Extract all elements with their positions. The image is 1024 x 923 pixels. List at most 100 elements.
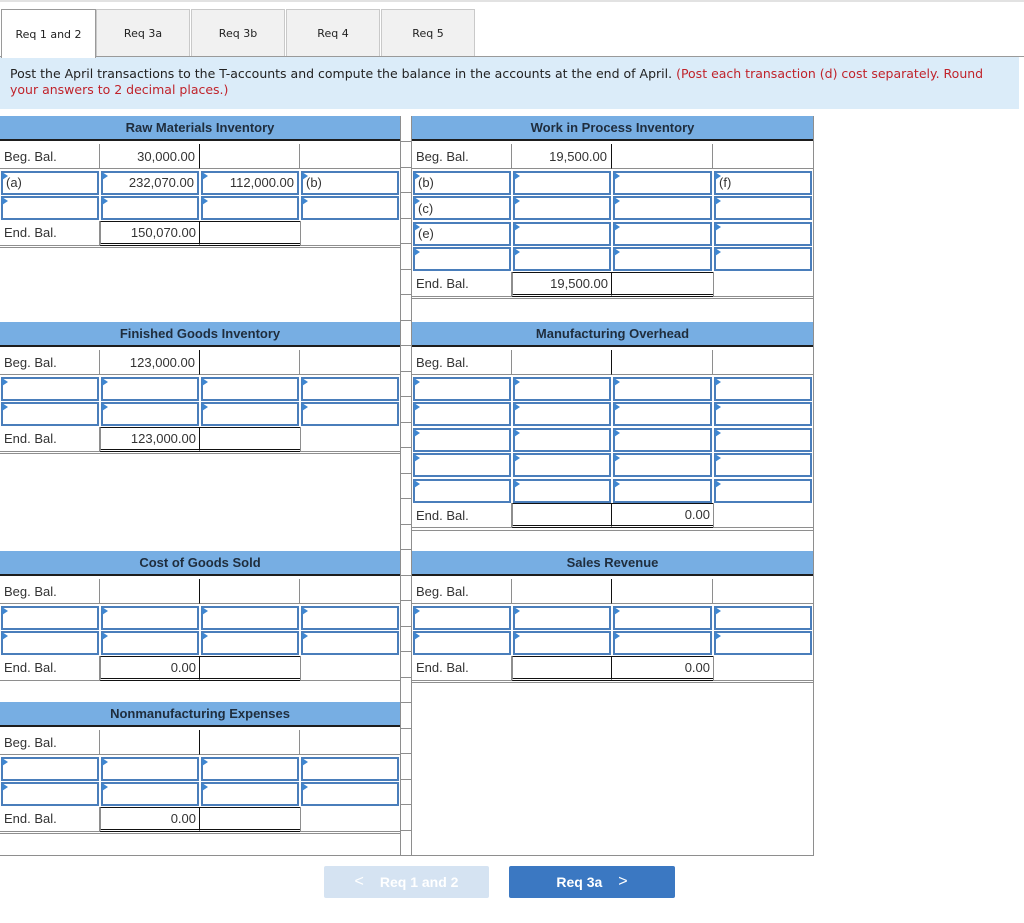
tab-req-3a[interactable]: Req 3a [96,9,190,57]
next-req-button[interactable]: Req 3a > [509,866,675,898]
finished-goods-credit-amount-input[interactable] [201,402,299,426]
manufacturing-overhead-credit-label-input[interactable] [714,427,812,452]
manufacturing-overhead-debit-amount-input[interactable] [513,453,611,477]
work-in-process-debit-amount-input[interactable] [513,170,611,195]
work-in-process-credit-label-input[interactable] [714,221,812,246]
finished-goods-end-bal-debit: 123,000.00 [100,426,200,452]
manufacturing-overhead-debit-label-input[interactable] [413,376,511,401]
raw-materials-debit-label-input[interactable] [1,196,99,220]
manufacturing-overhead-credit-amount-input[interactable] [613,427,712,452]
nonmanufacturing-expenses-debit-amount-input[interactable] [101,756,199,781]
raw-materials-credit-amount-input[interactable]: 112,000.00 [201,170,299,195]
gap-divider [400,549,412,550]
cost-of-goods-sold-debit-label-input[interactable] [1,631,99,655]
manufacturing-overhead-credit-amount-input[interactable] [613,376,712,401]
raw-materials-credit-label-input[interactable]: (b) [301,170,399,195]
sales-revenue-debit-amount-input[interactable] [513,605,611,630]
manufacturing-overhead-debit-amount-input[interactable] [513,402,611,426]
manufacturing-overhead-credit-amount-input[interactable] [613,402,712,426]
nonmanufacturing-expenses-beg-bal-credit [200,730,300,755]
work-in-process-credit-amount-input[interactable] [613,247,712,271]
tab-req-5[interactable]: Req 5 [381,9,475,57]
nonmanufacturing-expenses-credit-amount-input[interactable] [201,756,299,781]
manufacturing-overhead-debit-amount-input[interactable] [513,478,611,503]
chevron-right-icon: > [618,873,628,890]
sales-revenue-credit-label-input[interactable] [714,605,812,630]
cost-of-goods-sold-credit-label-input[interactable] [301,605,399,630]
tab-req-1-and-2[interactable]: Req 1 and 2 [1,9,96,58]
work-in-process-debit-amount-input[interactable] [513,196,611,220]
work-in-process-debit-amount-input[interactable] [513,247,611,271]
tab-req-4[interactable]: Req 4 [286,9,380,57]
work-in-process-credit-label-input[interactable] [714,196,812,220]
work-in-process-debit-label-input[interactable]: (b) [413,170,511,195]
prev-req-button[interactable]: < Req 1 and 2 [324,866,489,898]
nonmanufacturing-expenses-credit-label-input[interactable] [301,782,399,806]
manufacturing-overhead-end-bal-debit [512,503,612,528]
gap-divider [400,141,412,142]
cost-of-goods-sold-debit-amount-input[interactable] [101,631,199,655]
work-in-process-credit-amount-input[interactable] [613,221,712,246]
work-in-process-debit-label-input[interactable] [413,247,511,271]
next-req-label: Req 3a [556,874,603,890]
raw-materials-debit-amount-input[interactable] [101,196,199,220]
finished-goods-debit-label-input[interactable] [1,376,99,401]
work-in-process-credit-label-input[interactable] [714,247,812,271]
sales-revenue-credit-amount-input[interactable] [613,631,712,655]
finished-goods-debit-label-input[interactable] [1,402,99,426]
manufacturing-overhead-credit-label-input[interactable] [714,376,812,401]
manufacturing-overhead-debit-label-input[interactable] [413,402,511,426]
cost-of-goods-sold-credit-amount-input[interactable] [201,605,299,630]
raw-materials-credit-label-input[interactable] [301,196,399,220]
work-in-process-credit-amount-input[interactable] [613,196,712,220]
sales-revenue-credit-amount-input[interactable] [613,605,712,630]
nonmanufacturing-expenses-credit-amount-input[interactable] [201,782,299,806]
finished-goods-credit-label-input[interactable] [301,402,399,426]
nonmanufacturing-expenses-debit-amount-input[interactable] [101,782,199,806]
manufacturing-overhead-credit-label-input[interactable] [714,478,812,503]
cost-of-goods-sold-credit-label-input[interactable] [301,631,399,655]
cost-of-goods-sold-debit-label-input[interactable] [1,605,99,630]
work-in-process-debit-label-input[interactable]: (e) [413,221,511,246]
cost-of-goods-sold-debit-amount-input[interactable] [101,605,199,630]
cost-of-goods-sold-credit-amount-input[interactable] [201,631,299,655]
raw-materials-credit-amount-input[interactable] [201,196,299,220]
work-in-process-debit-amount-input[interactable] [513,221,611,246]
cost-of-goods-sold-end-bal-label: End. Bal. [0,655,100,681]
manufacturing-overhead-beg-bal-debit [512,350,612,375]
manufacturing-overhead-debit-amount-input[interactable] [513,427,611,452]
gap-divider [400,421,412,423]
raw-materials-debit-amount-input[interactable]: 232,070.00 [101,170,199,195]
sales-revenue-beg-bal-credit [612,579,713,604]
finished-goods-debit-amount-input[interactable] [101,402,199,426]
sales-revenue-beg-bal-spacer [713,579,813,604]
finished-goods-credit-amount-input[interactable] [201,376,299,401]
manufacturing-overhead-credit-label-input[interactable] [714,453,812,477]
raw-materials-beg-bal-debit: 30,000.00 [100,144,200,169]
sales-revenue-debit-amount-input[interactable] [513,631,611,655]
manufacturing-overhead-debit-label-input[interactable] [413,453,511,477]
work-in-process-end-bal-debit: 19,500.00 [512,271,612,297]
raw-materials-debit-label-input[interactable]: (a) [1,170,99,195]
manufacturing-overhead-credit-label-input[interactable] [714,402,812,426]
manufacturing-overhead-debit-amount-input[interactable] [513,376,611,401]
finished-goods-debit-amount-input[interactable] [101,376,199,401]
nonmanufacturing-expenses-debit-label-input[interactable] [1,782,99,806]
work-in-process-credit-amount-input[interactable] [613,170,712,195]
gap-divider [400,523,412,525]
sales-revenue-end-bal-debit [512,655,612,681]
manufacturing-overhead-credit-amount-input[interactable] [613,478,712,503]
sales-revenue-credit-label-input[interactable] [714,631,812,655]
sales-revenue-debit-label-input[interactable] [413,605,511,630]
finished-goods-credit-label-input[interactable] [301,376,399,401]
sales-revenue-debit-label-input[interactable] [413,631,511,655]
manufacturing-overhead-debit-label-input[interactable] [413,427,511,452]
manufacturing-overhead-credit-amount-input[interactable] [613,453,712,477]
nonmanufacturing-expenses-credit-label-input[interactable] [301,756,399,781]
work-in-process-debit-label-input[interactable]: (c) [413,196,511,220]
tab-req-3b[interactable]: Req 3b [191,9,285,57]
nonmanufacturing-expenses-end-bal-label: End. Bal. [0,806,100,832]
work-in-process-credit-label-input[interactable]: (f) [714,170,812,195]
manufacturing-overhead-debit-label-input[interactable] [413,478,511,503]
nonmanufacturing-expenses-debit-label-input[interactable] [1,756,99,781]
